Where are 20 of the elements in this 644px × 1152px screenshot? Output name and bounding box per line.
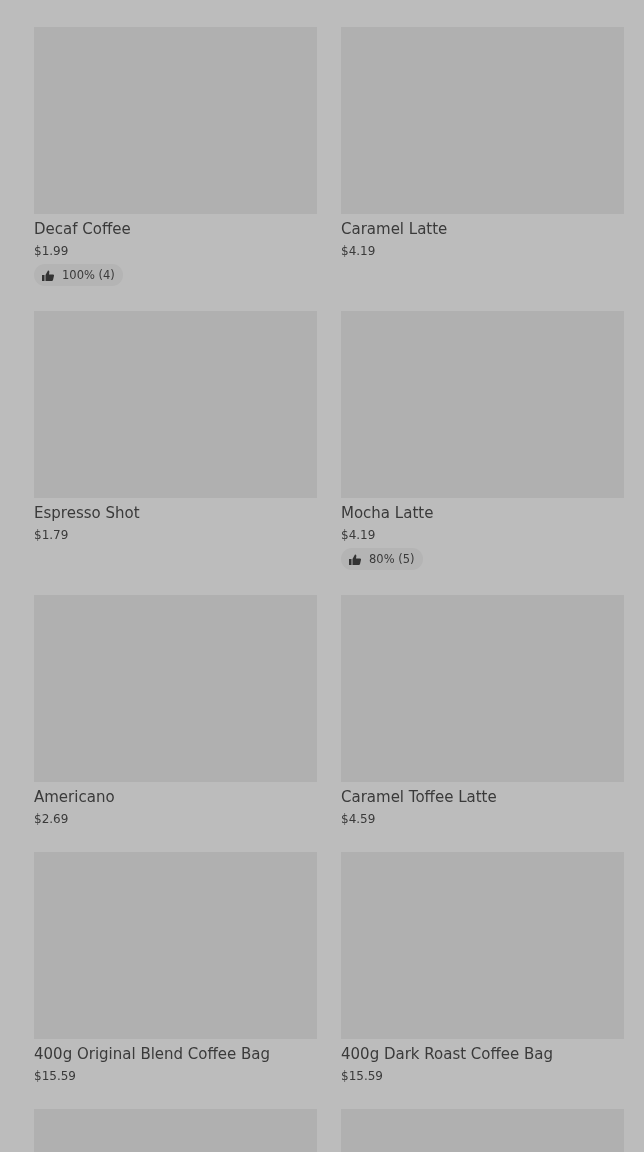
product-price: $1.79 <box>34 527 70 543</box>
product-price: $15.59 <box>341 1068 384 1084</box>
product-price: $4.19 <box>341 243 377 259</box>
product-name[interactable]: Mocha Latte <box>341 504 624 522</box>
product-price: $15.59 <box>34 1068 77 1084</box>
product-name[interactable]: Caramel Latte <box>341 220 624 238</box>
product-price: $4.59 <box>341 811 377 827</box>
product-price: $4.19 <box>341 527 377 543</box>
product-name[interactable]: Decaf Coffee <box>34 220 317 238</box>
rating-text: 80% (5) <box>369 551 415 567</box>
thumbs-up-icon <box>349 553 361 565</box>
product-price: $1.99 <box>34 243 70 259</box>
product-name[interactable]: 400g Original Blend Coffee Bag <box>34 1045 317 1063</box>
product-name[interactable]: Americano <box>34 788 317 806</box>
product-name[interactable]: Caramel Toffee Latte <box>341 788 624 806</box>
thumbs-up-icon <box>42 269 54 281</box>
product-name[interactable]: Espresso Shot <box>34 504 317 522</box>
product-price: $2.69 <box>34 811 70 827</box>
rating-text: 100% (4) <box>62 267 115 283</box>
product-name[interactable]: 400g Dark Roast Coffee Bag <box>341 1045 624 1063</box>
